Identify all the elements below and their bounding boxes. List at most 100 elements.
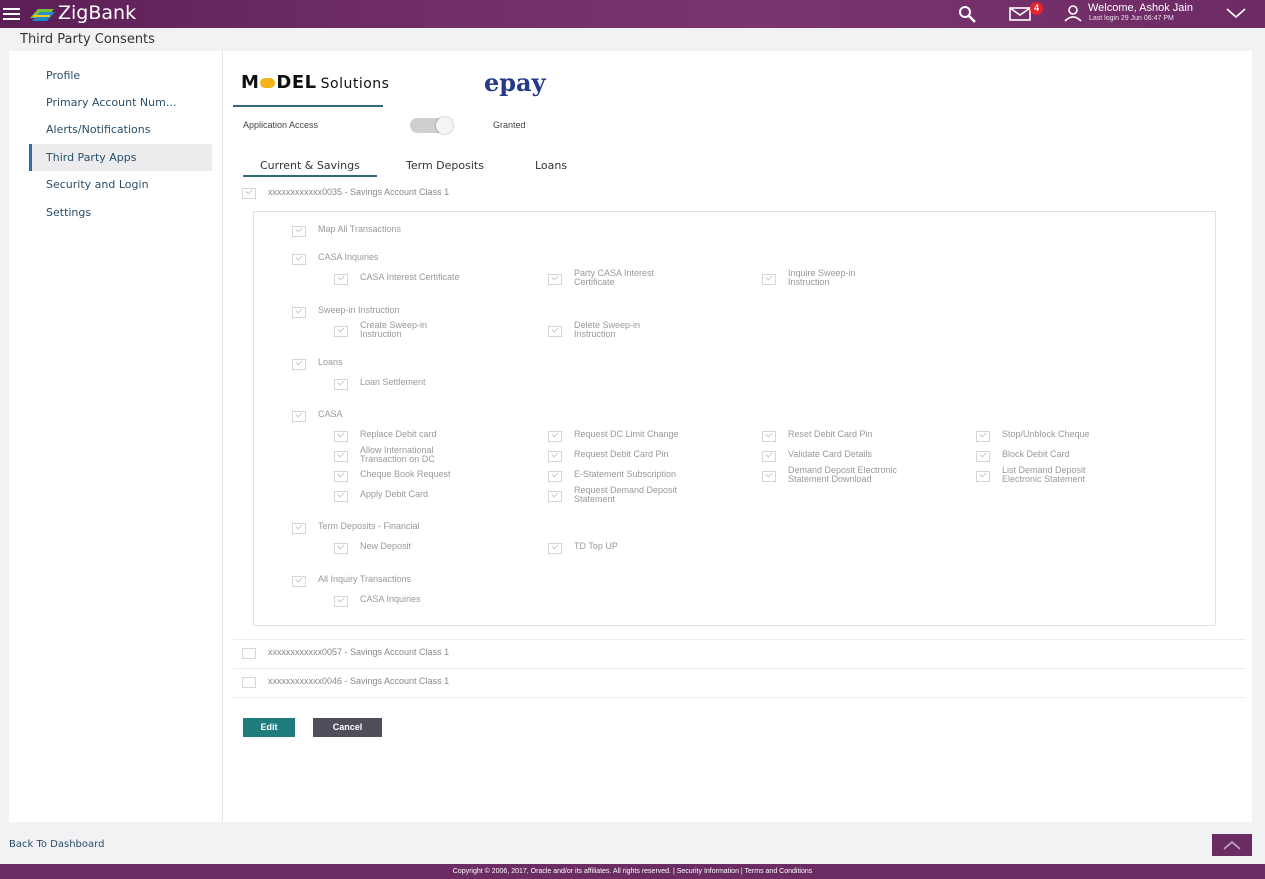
edit-button[interactable]: Edit [243, 718, 295, 737]
checkbox[interactable] [762, 451, 776, 462]
sidebar-item-settings[interactable]: Settings [46, 206, 91, 219]
checkbox[interactable] [548, 491, 562, 502]
perm-label: Delete Sweep-in Instruction [574, 320, 641, 339]
top-bar: ZigBank 4 Welcome, Ashok Jain Last login… [0, 0, 1265, 28]
checkbox[interactable] [292, 576, 306, 587]
checkbox[interactable] [762, 274, 776, 285]
notification-badge: 4 [1030, 2, 1043, 15]
checkbox[interactable] [548, 326, 562, 337]
welcome-text[interactable]: Welcome, Ashok Jain [1088, 3, 1193, 14]
checkbox[interactable] [976, 471, 990, 482]
mail-icon[interactable] [1009, 6, 1031, 22]
checkbox[interactable] [292, 254, 306, 265]
sidebar-item-primary-account[interactable]: Primary Account Num... [46, 96, 176, 109]
checkbox[interactable] [334, 326, 348, 337]
epay-logo[interactable]: epay [484, 68, 546, 97]
perm-label: E-Statement Subscription [574, 469, 677, 479]
perm-label: CASA Interest Certificate [360, 272, 460, 282]
content-area: M DEL Solutions epay Application Access Gr… [223, 51, 1252, 822]
checkbox[interactable] [292, 411, 306, 422]
checkbox[interactable] [292, 359, 306, 370]
model-solutions-logo[interactable]: M DEL Solutions [241, 72, 389, 93]
perm-label: Reset Debit Card Pin [788, 429, 873, 439]
checkbox[interactable] [548, 431, 562, 442]
cancel-button[interactable]: Cancel [313, 718, 382, 737]
checkbox[interactable] [976, 431, 990, 442]
checkbox[interactable] [292, 307, 306, 318]
sidebar-item-third-party-apps[interactable]: Third Party Apps [46, 151, 137, 164]
checkbox[interactable] [548, 543, 562, 554]
sidebar: Profile Primary Account Num... Alerts/No… [9, 51, 223, 822]
last-login-text: Last login 29 Jun 06:47 PM [1089, 15, 1174, 22]
user-icon[interactable] [1063, 4, 1083, 22]
sidebar-item-profile[interactable]: Profile [46, 69, 80, 82]
toggle-knob [436, 117, 453, 134]
search-icon[interactable] [957, 4, 977, 24]
scroll-to-top-button[interactable] [1212, 834, 1252, 856]
checkbox[interactable] [976, 451, 990, 462]
model-logo-m: M [241, 72, 260, 93]
divider [233, 639, 1246, 640]
perm-label: Apply Debit Card [360, 489, 429, 499]
perm-label: Request DC Limit Change [574, 429, 679, 439]
perm-label: Term Deposits - Financial [318, 521, 420, 531]
zigbank-logo-icon [30, 9, 55, 21]
sidebar-item-alerts[interactable]: Alerts/Notifications [46, 123, 150, 136]
perm-label: Create Sweep-in Instruction [360, 320, 428, 339]
perm-label: Block Debit Card [1002, 449, 1070, 459]
perm-label: Replace Debit card [360, 429, 437, 439]
perm-label: Cheque Book Request [360, 469, 451, 479]
checkbox[interactable] [334, 431, 348, 442]
perm-label: Sweep-in Instruction [318, 305, 400, 315]
back-to-dashboard-link[interactable]: Back To Dashboard [9, 839, 104, 850]
account-checkbox[interactable] [242, 677, 256, 688]
checkbox[interactable] [292, 226, 306, 237]
checkbox[interactable] [334, 451, 348, 462]
menu-icon[interactable] [3, 5, 20, 23]
checkbox[interactable] [334, 543, 348, 554]
perm-label: Loans [318, 357, 343, 367]
model-logo-o-icon [260, 78, 276, 88]
checkbox[interactable] [334, 274, 348, 285]
application-access-value: Granted [493, 120, 526, 130]
checkbox[interactable] [292, 523, 306, 534]
application-access-toggle[interactable] [410, 117, 453, 134]
perm-label: Map All Transactions [318, 224, 402, 234]
checkbox[interactable] [334, 379, 348, 390]
perm-label: List Demand Deposit Electronic Statement [1002, 465, 1086, 484]
model-logo-sub: Solutions [320, 76, 390, 92]
perm-label: CASA Inquiries [360, 594, 421, 604]
tab-term-deposits[interactable]: Term Deposits [406, 159, 484, 172]
checkbox[interactable] [334, 491, 348, 502]
tab-loans[interactable]: Loans [535, 159, 567, 172]
checkbox[interactable] [334, 471, 348, 482]
chevron-down-icon[interactable] [1225, 6, 1247, 20]
account-checkbox[interactable] [242, 648, 256, 659]
perm-label: CASA Inquiries [318, 252, 379, 262]
brand-name: ZigBank [58, 2, 137, 24]
perm-label: Loan Settlement [360, 377, 426, 387]
account-checkbox[interactable] [242, 188, 256, 199]
footer: Copyright © 2006, 2017, Oracle and/or it… [0, 864, 1265, 879]
chevron-up-icon [1223, 840, 1241, 850]
checkbox[interactable] [548, 451, 562, 462]
perm-label: TD Top UP [574, 541, 618, 551]
tab-current-savings[interactable]: Current & Savings [260, 159, 360, 172]
perm-label: Validate Card Details [788, 449, 872, 459]
main-panel: Profile Primary Account Num... Alerts/No… [9, 51, 1252, 822]
divider [233, 668, 1246, 669]
checkbox[interactable] [548, 274, 562, 285]
perm-label: CASA [318, 409, 343, 419]
perm-label: New Deposit [360, 541, 412, 551]
checkbox[interactable] [762, 471, 776, 482]
checkbox[interactable] [548, 471, 562, 482]
permissions-panel: Map All Transactions CASA Inquiries CASA… [253, 211, 1216, 626]
perm-label: Request Demand Deposit Statement [574, 485, 678, 504]
perm-label: Inquire Sweep-in Instruction [788, 268, 856, 287]
perm-label: Stop/Unblock Cheque [1002, 429, 1090, 439]
selected-app-underline [233, 105, 383, 107]
checkbox[interactable] [762, 431, 776, 442]
checkbox[interactable] [334, 596, 348, 607]
model-logo-del: DEL [276, 72, 317, 93]
sidebar-item-security[interactable]: Security and Login [46, 178, 149, 191]
